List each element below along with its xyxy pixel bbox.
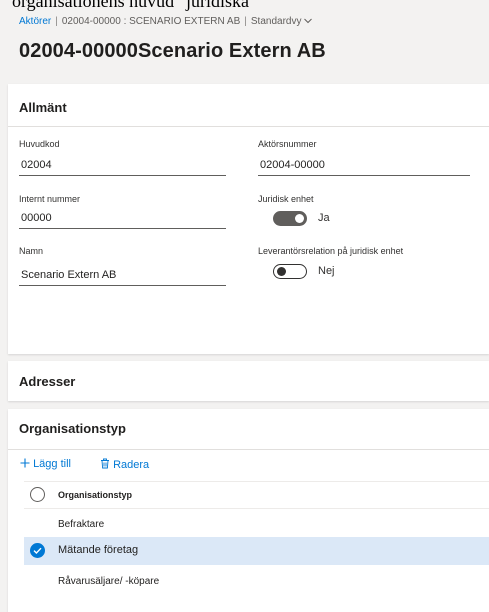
table-row[interactable]: Befraktare — [24, 511, 489, 538]
plus-icon — [20, 458, 30, 468]
table-row[interactable]: Råvarusäljare/ -köpare — [24, 568, 489, 595]
addresses-section: Adresser — [8, 361, 489, 401]
delete-button[interactable]: Radera — [100, 458, 149, 471]
leverantorsrelation-label: Leverantörsrelation på juridisk enhet — [258, 246, 404, 256]
chevron-down-icon — [304, 19, 313, 24]
toggle-knob — [277, 267, 286, 276]
namn-field[interactable]: Scenario Extern AB — [19, 268, 226, 286]
juridisk-enhet-state: Ja — [318, 212, 330, 224]
organisationstyp-section: Organisationstyp Lägg till Radera Organi… — [8, 409, 489, 612]
internt-nummer-label: Internt nummer — [19, 194, 81, 204]
breadcrumb-root-link[interactable]: Aktörer — [19, 16, 51, 27]
column-header-organisationstyp[interactable]: Organisationstyp — [58, 490, 132, 500]
checkmark-icon — [33, 547, 42, 555]
aktorsnummer-label: Aktörsnummer — [258, 139, 317, 149]
grid-header-row: Organisationstyp — [24, 481, 489, 509]
juridisk-enhet-toggle[interactable] — [273, 211, 307, 226]
cutoff-heading-text: organisationens huvud "juridiska — [12, 0, 249, 11]
trash-icon — [101, 458, 109, 469]
general-section-header[interactable]: Allmänt — [19, 100, 67, 115]
add-button-label: Lägg till — [33, 458, 71, 470]
view-selector[interactable]: Standardvy — [250, 16, 313, 27]
leverantorsrelation-toggle[interactable] — [273, 264, 307, 279]
toggle-knob — [295, 214, 304, 223]
delete-button-label: Radera — [113, 459, 150, 471]
breadcrumb-separator: | — [244, 16, 247, 27]
table-row-selected[interactable]: Mätande företag — [24, 537, 489, 565]
huvudkod-field[interactable]: 02004 — [19, 158, 226, 176]
page-title: 02004-00000Scenario Extern AB — [19, 40, 326, 62]
juridisk-enhet-label: Juridisk enhet — [258, 194, 314, 204]
select-all-radio[interactable] — [30, 487, 45, 502]
row-label: Befraktare — [58, 519, 105, 530]
huvudkod-label: Huvudkod — [19, 139, 60, 149]
view-selector-label: Standardvy — [250, 16, 302, 27]
add-button[interactable]: Lägg till — [20, 458, 71, 470]
addresses-section-header[interactable]: Adresser — [19, 374, 75, 389]
section-divider — [8, 126, 489, 127]
breadcrumb: Aktörer | 02004-00000 : SCENARIO EXTERN AB… — [19, 16, 313, 27]
section-divider — [8, 449, 489, 450]
row-label: Råvarusäljare/ -köpare — [58, 576, 160, 587]
row-label: Mätande företag — [58, 544, 139, 556]
namn-label: Namn — [19, 246, 44, 256]
internt-nummer-field[interactable]: 00000 — [19, 211, 226, 229]
breadcrumb-record: 02004-00000 : SCENARIO EXTERN AB — [61, 16, 241, 27]
general-section: Allmänt Huvudkod 02004 Internt nummer 00… — [8, 84, 489, 354]
aktorsnummer-field[interactable]: 02004-00000 — [258, 158, 470, 176]
breadcrumb-separator: | — [55, 16, 58, 27]
organisationstyp-section-header[interactable]: Organisationstyp — [19, 421, 126, 436]
row-selected-check-icon[interactable] — [30, 543, 45, 558]
leverantorsrelation-state: Nej — [318, 265, 335, 277]
